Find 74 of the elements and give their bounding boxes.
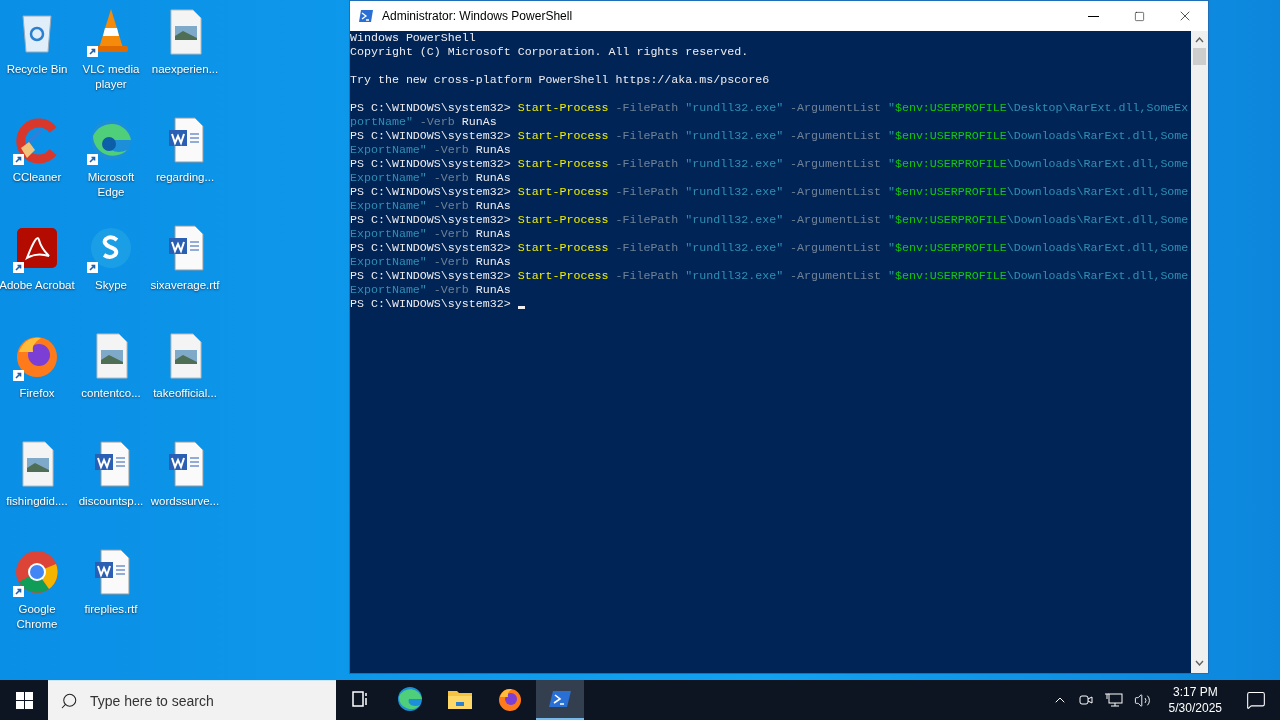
icon-label: Skype bbox=[94, 278, 128, 293]
console-line: portName" -Verb RunAs bbox=[350, 115, 497, 129]
icon-label: VLC media player bbox=[81, 62, 141, 92]
clock-date: 5/30/2025 bbox=[1168, 700, 1222, 716]
volume-icon[interactable] bbox=[1133, 691, 1151, 709]
desktop-icon[interactable]: sixaverage.rtf bbox=[148, 222, 222, 330]
browser-icon bbox=[497, 686, 523, 712]
console-line: PS C:\WINDOWS\system32> Start-Process -FilePath "rundll32.exe" -ArgumentList "$env:USERPROFILE\Downloads\RarExt.dll,Some bbox=[350, 213, 1189, 227]
console-line: PS C:\WINDOWS\system32> Start-Process -FilePath "rundll32.exe" -ArgumentList "$env:USERPROFILE\Downloads\RarExt.dll,Some bbox=[350, 157, 1189, 171]
maximize-icon bbox=[1133, 10, 1145, 22]
desktop-icon[interactable]: Adobe Acrobat bbox=[0, 222, 74, 330]
search-field[interactable]: Type here to search bbox=[88, 691, 336, 710]
console-line: Copyright (C) Microsoft Corporation. All rights reserved. bbox=[350, 45, 749, 59]
desktop-icon[interactable]: Google Chrome bbox=[0, 546, 74, 654]
terminal-icon bbox=[358, 9, 374, 23]
icon-label: Microsoft Edge bbox=[86, 170, 136, 200]
desktop-icon[interactable]: CCleaner bbox=[0, 114, 74, 222]
network-icon[interactable] bbox=[1103, 692, 1124, 708]
desktop-icon[interactable]: fireplies.rtf bbox=[74, 546, 148, 654]
console-line: ExportName" -Verb RunAs bbox=[350, 171, 511, 185]
desktop-icon[interactable]: wordssurve... bbox=[148, 438, 222, 546]
icon-label: CCleaner bbox=[11, 170, 63, 185]
console-line: ExportName" -Verb RunAs bbox=[350, 283, 511, 297]
clock-time: 3:17 PM bbox=[1172, 684, 1218, 700]
text-cursor bbox=[517, 306, 525, 309]
notification-icon[interactable] bbox=[1246, 690, 1266, 710]
browser-icon bbox=[397, 686, 423, 712]
window-title: Administrator: Windows PowerShell bbox=[382, 9, 574, 23]
windows-logo-icon bbox=[15, 691, 33, 709]
search-bar[interactable]: Type here to search bbox=[48, 680, 336, 720]
icon-label: Adobe Acrobat bbox=[0, 278, 75, 293]
icon-label: contentco... bbox=[80, 386, 142, 401]
desktop-icon[interactable]: Recycle Bin bbox=[0, 6, 74, 114]
desktop-icon[interactable]: Skype bbox=[74, 222, 148, 330]
icon-label: Firefox bbox=[18, 386, 56, 401]
console-line: PS C:\WINDOWS\system32> Start-Process -FilePath "rundll32.exe" -ArgumentList "$env:USERPROFILE\Downloads\RarExt.dll,Some bbox=[350, 129, 1189, 143]
desktop-icon[interactable]: VLC media player bbox=[74, 6, 148, 114]
icon-label: wordssurve... bbox=[149, 494, 221, 509]
icon-label: regarding... bbox=[154, 170, 216, 185]
console-line: PS C:\WINDOWS\system32> Start-Process -FilePath "rundll32.exe" -ArgumentList "$env:USERPROFILE\Downloads\RarExt.dll,Some bbox=[350, 269, 1189, 283]
icon-label: naexperien... bbox=[150, 62, 220, 77]
icon-label: Recycle Bin bbox=[5, 62, 69, 77]
icon-label: sixaverage.rtf bbox=[149, 278, 221, 293]
console-line: ExportName" -Verb RunAs bbox=[350, 255, 511, 269]
icon-label: discountsp... bbox=[77, 494, 145, 509]
clock[interactable]: 3:17 PM 5/30/2025 bbox=[1160, 684, 1230, 716]
console-line: PS C:\WINDOWS\system32> bbox=[350, 297, 512, 311]
terminal-icon bbox=[548, 689, 572, 709]
console-line: ExportName" -Verb RunAs bbox=[350, 227, 511, 241]
desktop-icon[interactable]: takeofficial... bbox=[148, 330, 222, 438]
desktop-icon[interactable]: Firefox bbox=[0, 330, 74, 438]
desktop-icon[interactable]: fishingdid.... bbox=[0, 438, 74, 546]
desktop-icon[interactable]: contentco... bbox=[74, 330, 148, 438]
console-line: PS C:\WINDOWS\system32> Start-Process -FilePath "rundll32.exe" -ArgumentList "$env:USERPROFILE\Downloads\RarExt.dll,Some bbox=[350, 185, 1189, 199]
icon-label: Google Chrome bbox=[15, 602, 59, 632]
console-line: PS C:\WINDOWS\system32> Start-Process -FilePath "rundll32.exe" -ArgumentList "$env:USERPROFILE\Desktop\RarExt.dll,SomeEx bbox=[350, 101, 1189, 115]
icon-label: takeofficial... bbox=[152, 386, 218, 401]
search-icon bbox=[60, 691, 78, 710]
desktop-icon[interactable]: naexperien... bbox=[148, 6, 222, 114]
icon-label: fireplies.rtf bbox=[83, 602, 139, 617]
desktop-icon[interactable]: regarding... bbox=[148, 114, 222, 222]
console-line: PS C:\WINDOWS\system32> Start-Process -FilePath "rundll32.exe" -ArgumentList "$env:USERPROFILE\Downloads\RarExt.dll,Some bbox=[350, 241, 1189, 255]
camera-icon[interactable] bbox=[1077, 692, 1094, 708]
console-line: Windows PowerShell bbox=[350, 31, 476, 45]
console-line: ExportName" -Verb RunAs bbox=[350, 199, 511, 213]
scrollbar[interactable] bbox=[1191, 31, 1208, 673]
desktop-icon[interactable]: Microsoft Edge bbox=[74, 114, 148, 222]
folder-icon bbox=[447, 688, 473, 710]
console-line: Try the new cross-platform PowerShell https://aka.ms/pscore6 bbox=[350, 73, 770, 87]
minimize-icon bbox=[1087, 15, 1099, 17]
task-view-icon bbox=[350, 689, 370, 709]
console-line: ExportName" -Verb RunAs bbox=[350, 143, 511, 157]
desktop-icon[interactable]: discountsp... bbox=[74, 438, 148, 546]
icon-label: fishingdid.... bbox=[5, 494, 69, 509]
